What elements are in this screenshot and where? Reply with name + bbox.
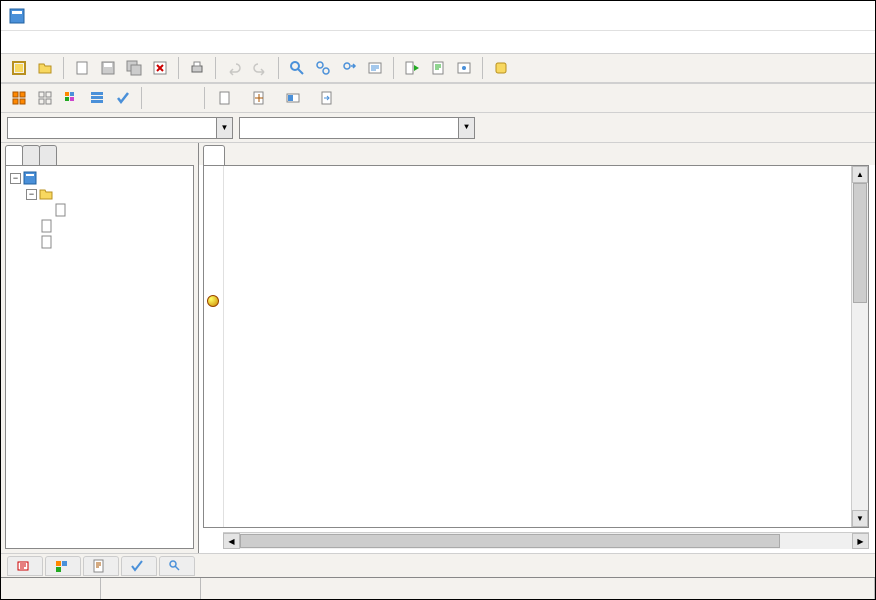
undo-icon[interactable] bbox=[222, 56, 246, 80]
help-icon[interactable] bbox=[148, 86, 172, 110]
editor-panel: ▲ ▼ ◀ ▶ bbox=[199, 143, 875, 553]
project-tree[interactable]: − − bbox=[5, 165, 194, 549]
debug-icon[interactable] bbox=[489, 56, 513, 80]
scroll-up-icon[interactable]: ▲ bbox=[852, 166, 868, 183]
maximize-button[interactable] bbox=[777, 1, 822, 30]
check-icon[interactable] bbox=[111, 86, 135, 110]
tree-item[interactable] bbox=[10, 234, 189, 250]
run-icon[interactable] bbox=[452, 56, 476, 80]
minimize-button[interactable] bbox=[732, 1, 777, 30]
find-icon[interactable] bbox=[285, 56, 309, 80]
tree-item[interactable] bbox=[10, 202, 189, 218]
cursor-position bbox=[1, 578, 101, 599]
folder-icon bbox=[39, 187, 53, 201]
code-view[interactable] bbox=[224, 166, 851, 527]
find-next-icon[interactable] bbox=[337, 56, 361, 80]
file-icon bbox=[40, 235, 54, 249]
app-icon bbox=[9, 8, 25, 24]
grid1-icon[interactable] bbox=[7, 86, 31, 110]
close-file-icon[interactable] bbox=[148, 56, 172, 80]
new-file-icon[interactable] bbox=[70, 56, 94, 80]
editor[interactable]: ▲ ▼ bbox=[203, 165, 869, 528]
editor-tabs bbox=[199, 143, 875, 165]
print-icon[interactable] bbox=[185, 56, 209, 80]
tab-compiler[interactable] bbox=[7, 556, 43, 576]
save-icon[interactable] bbox=[96, 56, 120, 80]
menu-view[interactable] bbox=[61, 40, 77, 44]
scroll-left-icon[interactable]: ◀ bbox=[223, 533, 240, 549]
vertical-scrollbar[interactable]: ▲ ▼ bbox=[851, 166, 868, 527]
redo-icon[interactable] bbox=[248, 56, 272, 80]
gutter[interactable] bbox=[204, 166, 224, 527]
scroll-thumb[interactable] bbox=[240, 534, 780, 548]
tab-debug-bottom[interactable] bbox=[121, 556, 157, 576]
file-icon bbox=[40, 219, 54, 233]
scope-combo[interactable]: ▼ bbox=[7, 117, 233, 139]
toggle-button[interactable] bbox=[279, 86, 311, 110]
tab-resources[interactable] bbox=[45, 556, 81, 576]
insert-button[interactable] bbox=[245, 86, 277, 110]
menu-tools[interactable] bbox=[133, 40, 149, 44]
line-count bbox=[201, 578, 875, 599]
menu-execute[interactable] bbox=[97, 40, 113, 44]
menu-file[interactable] bbox=[7, 40, 23, 44]
about-icon[interactable] bbox=[174, 86, 198, 110]
toolbar-main bbox=[1, 53, 875, 83]
menu-debug[interactable] bbox=[115, 40, 131, 44]
dropdown-arrow-icon: ▼ bbox=[458, 118, 474, 138]
grid2-icon[interactable] bbox=[33, 86, 57, 110]
left-panel: − − bbox=[1, 143, 199, 553]
menu-cvs[interactable] bbox=[151, 40, 167, 44]
tree-folder[interactable]: − bbox=[10, 186, 189, 202]
status-empty bbox=[101, 578, 201, 599]
menu-search[interactable] bbox=[43, 40, 59, 44]
replace-icon[interactable] bbox=[311, 56, 335, 80]
tab-compile-log[interactable] bbox=[83, 556, 119, 576]
menubar bbox=[1, 31, 875, 53]
menu-edit[interactable] bbox=[25, 40, 41, 44]
toolbar-secondary bbox=[1, 83, 875, 113]
editor-tab[interactable] bbox=[203, 145, 225, 165]
scroll-thumb[interactable] bbox=[853, 183, 867, 303]
dropdown-arrow-icon: ▼ bbox=[216, 118, 232, 138]
project-icon bbox=[23, 171, 37, 185]
tree-item[interactable] bbox=[10, 218, 189, 234]
titlebar bbox=[1, 1, 875, 31]
goto-line-icon[interactable] bbox=[363, 56, 387, 80]
tab-project[interactable] bbox=[5, 145, 23, 165]
tab-debug[interactable] bbox=[39, 145, 57, 165]
open-icon[interactable] bbox=[33, 56, 57, 80]
collapse-icon[interactable]: − bbox=[26, 189, 37, 200]
horizontal-scrollbar[interactable]: ◀ ▶ bbox=[223, 532, 869, 549]
goto-button[interactable] bbox=[313, 86, 345, 110]
compile-icon[interactable] bbox=[426, 56, 450, 80]
combo-bar: ▼ ▼ bbox=[1, 113, 875, 143]
new-button[interactable] bbox=[211, 86, 243, 110]
save-all-icon[interactable] bbox=[122, 56, 146, 80]
menu-window[interactable] bbox=[169, 40, 185, 44]
function-combo[interactable]: ▼ bbox=[239, 117, 475, 139]
collapse-icon[interactable]: − bbox=[10, 173, 21, 184]
left-tabs bbox=[1, 143, 198, 165]
main-area: − − bbox=[1, 143, 875, 553]
scroll-right-icon[interactable]: ▶ bbox=[852, 533, 869, 549]
statusbar bbox=[1, 577, 875, 599]
grid4-icon[interactable] bbox=[85, 86, 109, 110]
bottom-tabs bbox=[1, 553, 875, 577]
compile-run-icon[interactable] bbox=[400, 56, 424, 80]
close-button[interactable] bbox=[822, 1, 867, 30]
scroll-down-icon[interactable]: ▼ bbox=[852, 510, 868, 527]
file-icon bbox=[54, 203, 68, 217]
tab-classes[interactable] bbox=[22, 145, 40, 165]
menu-project[interactable] bbox=[79, 40, 95, 44]
breakpoint-icon[interactable] bbox=[207, 295, 219, 307]
tab-find-results[interactable] bbox=[159, 556, 195, 576]
menu-help[interactable] bbox=[187, 40, 203, 44]
tree-root[interactable]: − bbox=[10, 170, 189, 186]
grid3-icon[interactable] bbox=[59, 86, 83, 110]
new-project-icon[interactable] bbox=[7, 56, 31, 80]
